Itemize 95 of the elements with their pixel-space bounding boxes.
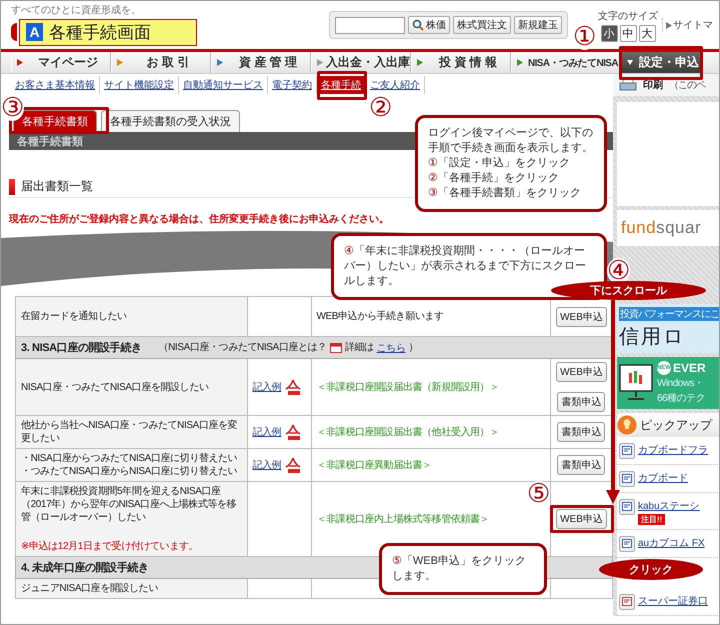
title-marker — [9, 178, 15, 194]
pickup-title: ピックアップ — [640, 416, 712, 434]
search-icon — [412, 19, 424, 31]
section-title: 4. 未成年口座の開設手続き — [21, 560, 149, 575]
highlight-frame — [550, 505, 614, 533]
subnav-link[interactable]: ご友人紹介 — [366, 76, 425, 94]
deadline-note: ※申込は12月1日まで受け付けています。 — [21, 540, 200, 553]
lightbulb-icon — [617, 415, 637, 435]
pickup-link[interactable]: kabuステーシ — [638, 499, 700, 513]
tab[interactable]: 各種手続書類の受入状況 — [101, 110, 240, 132]
pickup-link[interactable]: auカブコム FX — [638, 536, 705, 550]
subnav-link[interactable]: 電子契約 — [268, 76, 317, 94]
pdf-icon — [285, 378, 302, 396]
screen-title: 各種手続画面 — [49, 22, 151, 44]
request-text: ・つみたてNISA口座からNISA口座に切り替えたい — [21, 465, 238, 478]
printer-icon — [619, 77, 637, 93]
font-size-button[interactable]: 中 — [620, 24, 636, 42]
pickup-link[interactable]: カブボードフラ — [638, 443, 708, 457]
example-link[interactable]: 記入例 — [252, 380, 282, 394]
callout-step: ③「各種手続書類」をクリック — [428, 186, 594, 201]
ad-title: 信用ロ — [619, 325, 686, 350]
arrow-icon — [666, 22, 672, 28]
example-link[interactable]: 記入例 — [252, 425, 282, 439]
form-name: ＜非課税口座開設届出書（新規開設用）＞ — [316, 382, 499, 393]
section-title: 3. NISA口座の開設手続き — [21, 340, 142, 355]
apply-button[interactable]: WEB申込 — [556, 509, 607, 529]
sitemap-link[interactable]: サイトマ — [662, 18, 713, 32]
nav-tab[interactable]: お 取 引 — [111, 52, 211, 73]
request-text: ジュニアNISA口座を開設したい — [21, 582, 159, 595]
request-text: 在留カードを通知したい — [21, 310, 128, 323]
quick-button[interactable]: 株式買注文 — [453, 16, 511, 34]
subnav-link[interactable]: 各種手続 — [317, 76, 366, 94]
notice-text: 現在のご住所がご登録内容と異なる場合は、住所変更手続き後にお申込みください。 — [9, 212, 390, 226]
pdf-icon — [285, 456, 302, 474]
detail-link[interactable]: こちら — [376, 340, 406, 354]
arrow-icon — [317, 59, 323, 66]
quick-button[interactable]: 株価 — [408, 16, 450, 34]
example-link[interactable]: 記入例 — [252, 458, 282, 472]
form-name: ＜非課税口座内上場株式等移管依頼書＞ — [316, 514, 490, 525]
quick-button[interactable]: 新規建玉 — [514, 16, 562, 34]
nav-tab[interactable]: NISA・つみたてNISA — [511, 52, 621, 73]
apply-button[interactable]: WEB申込 — [556, 362, 607, 382]
font-size-label: 文字のサイズ — [598, 10, 658, 22]
step-marker: ① — [573, 24, 596, 50]
letter-badge: A — [26, 23, 43, 41]
section-heading: 届出書類一覧 — [21, 178, 93, 195]
nav-tab[interactable]: マイページ — [11, 52, 111, 73]
ad-title: EVER — [673, 361, 706, 375]
callout-step: ①「設定・申込」をクリック — [428, 156, 594, 171]
print-label: 印刷 — [643, 79, 663, 92]
request-text: NISA口座・つみたてNISA口座を開設したい — [21, 380, 210, 394]
brand-logo: fundsquar — [621, 218, 702, 238]
ad-tagline: 投資パフォーマンスにこ — [619, 307, 719, 321]
section-aside: （NISA口座・つみたてNISA口座とは？ — [158, 341, 327, 354]
arrow-icon — [627, 59, 633, 66]
form-name: ＜非課税口座開設届出書（他社受入用）＞ — [316, 427, 499, 438]
ad-banner[interactable]: fundsquar — [617, 210, 719, 246]
print-note: （このペ — [669, 79, 705, 92]
step-marker: ③ — [1, 95, 24, 121]
ad-banner[interactable]: 投資パフォーマンスにこ 信用ロ — [617, 304, 719, 353]
detail-label: 詳細は — [344, 341, 374, 354]
tagline: すべてのひとに資産形成を。 — [11, 4, 142, 16]
chart-monitor-icon — [619, 363, 653, 403]
font-size-button[interactable]: 小 — [600, 24, 618, 42]
table-cell — [550, 578, 612, 598]
subnav-link[interactable]: 自動通知サービス — [179, 76, 268, 94]
request-text: 他社から当社へNISA口座・つみたてNISA口座を変更したい — [21, 419, 238, 445]
request-text: ・NISA口座からつみたてNISA口座に切り替えたい — [21, 452, 238, 465]
instruction-text: WEB申込から手続き願います — [316, 310, 445, 323]
apply-button[interactable]: 書類申込 — [557, 455, 606, 475]
font-size-button[interactable]: 大 — [638, 24, 656, 42]
nav-tab[interactable]: 投 資 情 報 — [411, 52, 511, 73]
request-text: 年末に非課税投資期間5年間を迎えるNISA口座（2017年）から翌年のNISA口座へ上場株式等を移管（ロールオーバー）したい — [21, 485, 238, 524]
apply-button[interactable]: 書類申込 — [557, 392, 606, 412]
hot-tag: 注目!! — [638, 514, 666, 525]
search-field[interactable] — [335, 16, 405, 34]
ad-text: 66種のテク — [657, 392, 706, 405]
form-name: ＜非課税口座異動届出書＞ — [316, 460, 432, 471]
nav-tab[interactable]: 設定・申込 — [621, 52, 703, 73]
subnav-link[interactable]: お客さま基本情報 — [11, 76, 100, 94]
section-aside-end: ） — [408, 341, 418, 354]
nav-tab[interactable]: 入出金・入出庫 — [311, 52, 411, 73]
logo-mark — [11, 23, 17, 41]
window-icon — [330, 342, 342, 352]
nav-tab[interactable]: 資 産 管 理 — [211, 52, 311, 73]
highlight-frame — [317, 71, 367, 100]
ad-text: Windows・ — [657, 377, 705, 390]
callout-step: ②「各種手続」をクリック — [428, 171, 594, 186]
apply-button[interactable]: WEB申込 — [556, 306, 607, 326]
callout-text: ⑤「WEB申込」をクリックします。 — [392, 554, 527, 584]
apply-button[interactable]: 書類申込 — [557, 422, 606, 442]
pickup-link[interactable]: カブボード — [638, 471, 688, 485]
pdf-icon — [285, 424, 302, 440]
subnav-link[interactable]: サイト機能設定 — [100, 76, 179, 94]
pickup-link[interactable]: スーパー証券口 — [638, 594, 708, 608]
